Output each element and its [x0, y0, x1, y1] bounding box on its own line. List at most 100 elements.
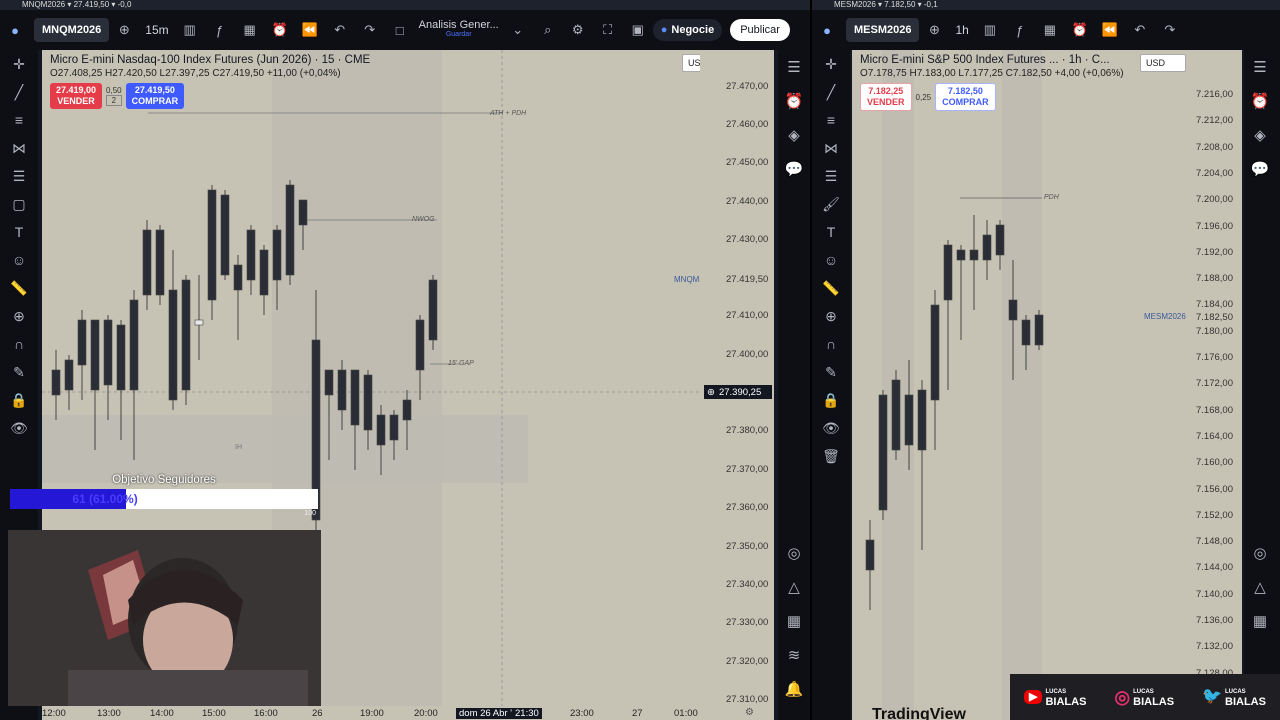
redo-icon[interactable]: ↷ — [357, 17, 383, 43]
magnet-icon[interactable]: ∩ — [0, 330, 38, 358]
instagram-link[interactable]: ◎ LUCAS BIALAS — [1114, 687, 1174, 708]
zoom-icon[interactable]: ⊕ — [812, 302, 850, 330]
add-symbol-icon[interactable]: ⊕ — [111, 17, 137, 43]
main-chart[interactable]: Micro E-mini S&P 500 Index Futures ... ·… — [852, 50, 1188, 720]
crosshair-icon[interactable]: ✛ — [0, 50, 38, 78]
indicators-icon[interactable]: ƒ — [207, 17, 233, 43]
price-tick-label: 27.360,00 — [726, 502, 769, 513]
sell-button[interactable]: 27.419,00 VENDER — [50, 83, 103, 109]
ruler-icon[interactable]: 📏 — [0, 274, 38, 302]
avatar[interactable]: ● — [2, 17, 28, 43]
publish-button[interactable]: Publicar — [730, 19, 790, 41]
price-scale[interactable]: 27.470,00 27.460,00 27.450,00 27.440,00 27.4… — [700, 50, 774, 706]
emoji-icon[interactable]: ☺ — [812, 246, 850, 274]
ideas-icon[interactable]: △ — [778, 570, 810, 604]
indicators-icon[interactable]: ƒ — [1007, 17, 1033, 43]
add-symbol-icon[interactable]: ⊕ — [921, 17, 947, 43]
avatar[interactable]: ● — [814, 17, 840, 43]
eye-icon[interactable]: 👁 — [0, 414, 38, 442]
buy-button[interactable]: 7.182,50 COMPRAR — [935, 83, 996, 111]
replay-icon[interactable]: ⏪ — [297, 17, 323, 43]
interval-button[interactable]: 15m — [139, 23, 174, 37]
annotation-pdh[interactable]: PDH — [1044, 194, 1059, 201]
chat-icon[interactable]: 💬 — [778, 152, 810, 186]
calendar-icon[interactable]: ▦ — [1244, 604, 1276, 638]
currency-select[interactable]: USD — [1140, 54, 1186, 72]
layout-name-button[interactable]: Analisis Gener... Guardar — [415, 20, 503, 40]
target-icon[interactable]: ◎ — [778, 536, 810, 570]
annotation-ath[interactable]: ATH + PDH — [490, 110, 526, 117]
redo-icon[interactable]: ↷ — [1157, 17, 1183, 43]
alert-icon[interactable]: ⏰ — [1067, 17, 1093, 43]
settings-icon[interactable]: ⚙ — [565, 17, 591, 43]
watchlist-icon[interactable]: ☰ — [1244, 50, 1276, 84]
undo-icon[interactable]: ↶ — [1127, 17, 1153, 43]
fib-icon[interactable]: ≡ — [0, 106, 38, 134]
alerts-icon[interactable]: ⏰ — [1244, 84, 1276, 118]
annotation-nwog[interactable]: NWOG — [412, 216, 435, 223]
fullscreen-icon[interactable]: ⛶ — [595, 17, 621, 43]
lock-icon[interactable]: 🔒 — [0, 386, 38, 414]
layout-square-icon[interactable]: □ — [387, 17, 413, 43]
brush-icon[interactable]: 🖌 — [812, 190, 850, 218]
time-axis[interactable]: ⚙ 12:00 13:00 14:00 15:00 16:00 26 19:00 20:00 d… — [42, 706, 774, 720]
price-scale[interactable]: 7.216,00 7.212,00 7.208,00 7.204,00 7.200,00… — [1188, 50, 1242, 720]
layers-icon[interactable]: ◈ — [778, 118, 810, 152]
bell-icon[interactable]: 🔔 — [778, 672, 810, 706]
trendline-icon[interactable]: ╱ — [812, 78, 850, 106]
annotation-ih[interactable]: IH — [235, 444, 242, 451]
sell-button[interactable]: 7.182,25 VENDER — [860, 83, 912, 111]
annotation-gap[interactable]: 15' GAP — [448, 360, 474, 367]
twitter-link[interactable]: 🐦 LUCAS BIALAS — [1202, 687, 1266, 708]
target-icon[interactable]: ◎ — [1244, 536, 1276, 570]
candle — [363, 374, 373, 431]
pencil-lock-icon[interactable]: ✎ — [812, 358, 850, 386]
session-shade — [1002, 50, 1042, 720]
ruler-icon[interactable]: 📏 — [812, 274, 850, 302]
pattern-icon[interactable]: ⋈ — [812, 134, 850, 162]
watchlist-icon[interactable]: ☰ — [778, 50, 810, 84]
shapes-icon[interactable]: ▢ — [0, 190, 38, 218]
broadcast-icon[interactable]: ≋ — [778, 638, 810, 672]
settings-icon[interactable]: ⚙ — [745, 707, 754, 718]
screenshot-icon[interactable]: ▣ — [625, 17, 651, 43]
undo-icon[interactable]: ↶ — [327, 17, 353, 43]
layouts-icon[interactable]: ▦ — [237, 17, 263, 43]
trash-icon[interactable]: 🗑 — [812, 442, 850, 470]
fib-icon[interactable]: ≡ — [812, 106, 850, 134]
alerts-icon[interactable]: ⏰ — [778, 84, 810, 118]
symbol-search-button[interactable]: MNQM2026 — [34, 18, 110, 42]
alert-icon[interactable]: ⏰ — [267, 17, 293, 43]
lock-icon[interactable]: 🔒 — [812, 386, 850, 414]
candles-icon[interactable]: ▥ — [177, 17, 203, 43]
add-alert-icon[interactable]: ⊕ — [707, 387, 715, 398]
calendar-icon[interactable]: ▦ — [778, 604, 810, 638]
chat-icon[interactable]: 💬 — [1244, 152, 1276, 186]
layers-icon[interactable]: ◈ — [1244, 118, 1276, 152]
text-icon[interactable]: T — [0, 218, 38, 246]
qty-value[interactable]: 2 — [106, 95, 122, 106]
candle — [233, 264, 243, 291]
candles-icon[interactable]: ▥ — [977, 17, 1003, 43]
pattern-icon[interactable]: ⋈ — [0, 134, 38, 162]
eye-icon[interactable]: 👁 — [812, 414, 850, 442]
forecast-icon[interactable]: ☰ — [0, 162, 38, 190]
crosshair-icon[interactable]: ✛ — [812, 50, 850, 78]
pencil-lock-icon[interactable]: ✎ — [0, 358, 38, 386]
text-icon[interactable]: T — [812, 218, 850, 246]
forecast-icon[interactable]: ☰ — [812, 162, 850, 190]
chevron-down-icon[interactable]: ⌄ — [505, 17, 531, 43]
youtube-link[interactable]: ▶ LUCAS BIALAS — [1024, 687, 1086, 708]
ideas-icon[interactable]: △ — [1244, 570, 1276, 604]
replay-icon[interactable]: ⏪ — [1097, 17, 1123, 43]
emoji-icon[interactable]: ☺ — [0, 246, 38, 274]
symbol-search-button[interactable]: MESM2026 — [846, 18, 920, 42]
search-icon[interactable]: ⌕ — [535, 17, 561, 43]
layouts-icon[interactable]: ▦ — [1037, 17, 1063, 43]
interval-button[interactable]: 1h — [949, 23, 974, 37]
trade-button[interactable]: ● Negocie — [652, 19, 723, 41]
zoom-icon[interactable]: ⊕ — [0, 302, 38, 330]
trendline-icon[interactable]: ╱ — [0, 78, 38, 106]
buy-button[interactable]: 27.419,50 COMPRAR — [125, 83, 185, 109]
magnet-icon[interactable]: ∩ — [812, 330, 850, 358]
